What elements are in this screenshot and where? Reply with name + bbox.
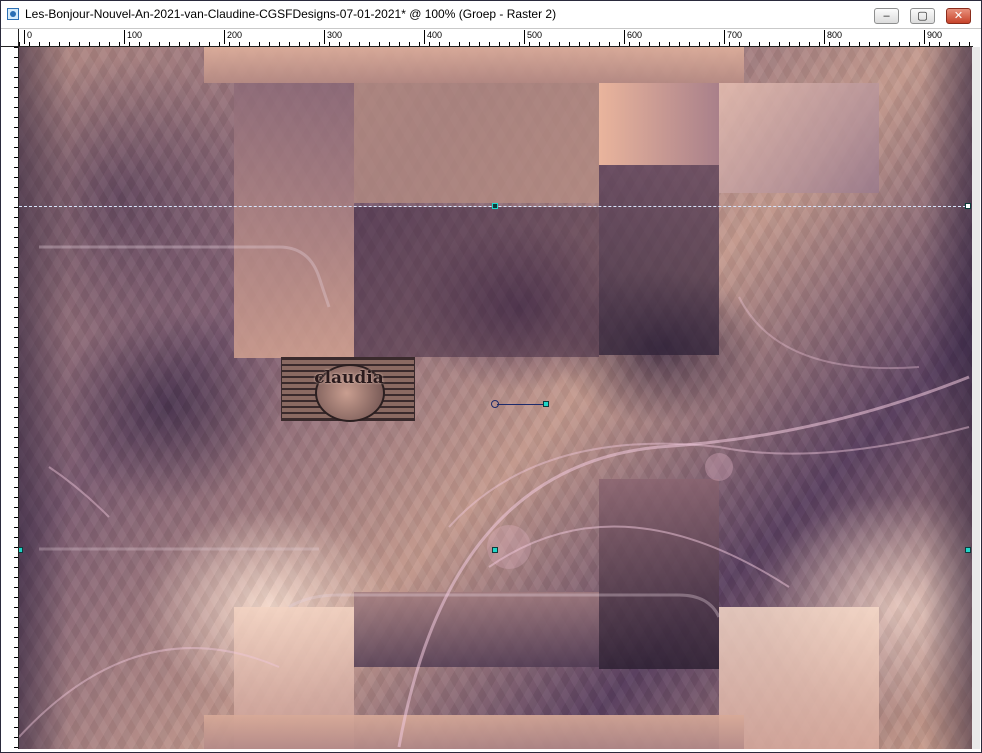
ruler-tick: 100 [124,30,142,44]
vertical-scrollbar[interactable] [972,47,980,749]
maximize-icon: ▢ [917,9,928,22]
rotation-arm [497,404,545,405]
rotation-pivot-handle[interactable] [491,400,551,408]
selection-handle-top-right[interactable] [965,203,971,209]
rotation-handle[interactable] [543,401,549,407]
selection-handle-right[interactable] [965,547,971,553]
ruler-tick: 600 [624,30,642,44]
ruler-tick: 500 [524,30,542,44]
ruler-tick: 900 [924,30,942,44]
ruler-tick: 800 [824,30,842,44]
close-button[interactable]: ✕ [946,8,971,24]
image-canvas[interactable]: claudia [19,47,973,749]
selection-handle-top[interactable] [492,203,498,209]
window-title: Les-Bonjour-Nouvel-An-2021-van-Claudine-… [25,7,557,21]
horizontal-ruler[interactable]: 0 100 200 300 400 500 600 700 800 900 [19,29,973,47]
close-icon: ✕ [953,9,964,22]
minimize-button[interactable]: – [874,8,899,24]
watermark-text: claudia [314,368,384,388]
vertical-ruler[interactable] [1,47,19,749]
ruler-tick: 200 [224,30,242,44]
app-icon [7,8,19,20]
ruler-tick: 300 [324,30,342,44]
ruler-tick: 700 [724,30,742,44]
ruler-tick: 0 [24,30,32,44]
selection-handle-left[interactable] [19,547,23,553]
ruler-corner [1,29,19,47]
decorative-curves [19,245,970,748]
watermark-stamp: claudia [281,357,415,422]
document-window: Les-Bonjour-Nouvel-An-2021-van-Claudine-… [0,0,982,753]
minimize-icon: – [883,9,890,22]
ruler-tick: 400 [424,30,442,44]
maximize-button[interactable]: ▢ [910,8,935,24]
selection-handle-bottom[interactable] [492,547,498,553]
title-bar[interactable]: Les-Bonjour-Nouvel-An-2021-van-Claudine-… [1,1,981,29]
